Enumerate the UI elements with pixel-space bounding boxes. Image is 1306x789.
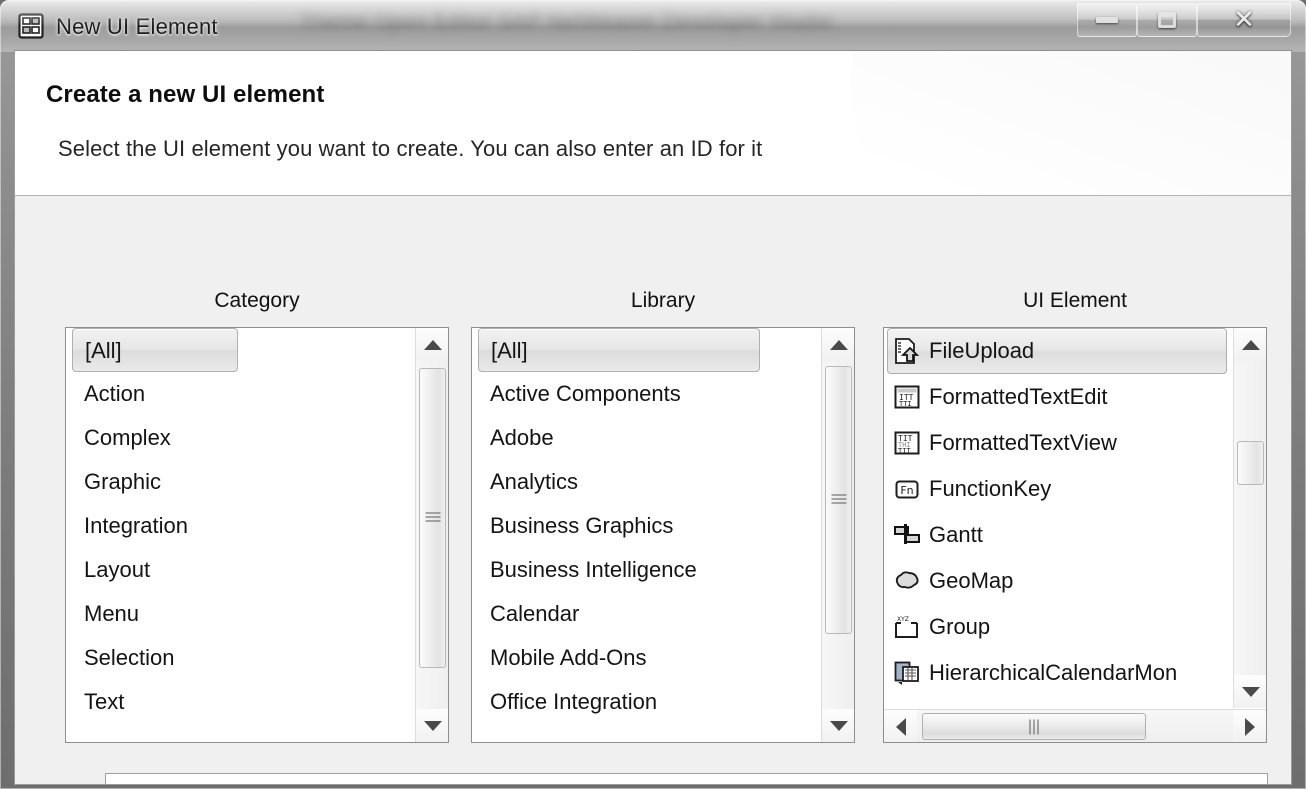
geo-map-icon (892, 566, 922, 596)
list-item[interactable]: HorizontalContextualPane (884, 696, 1232, 708)
hierarchical-calendar-icon (892, 658, 922, 688)
list-item[interactable]: Text (66, 680, 414, 724)
uielement-listbox[interactable]: FileUpload ITT TTI FormattedTextEdit TIT… (883, 327, 1267, 743)
library-listbox[interactable]: [All] Active Components Adobe Analytics … (471, 327, 855, 743)
list-item[interactable]: Business Graphics (472, 504, 820, 548)
minimize-button[interactable] (1077, 3, 1137, 37)
function-key-icon: Fn (892, 474, 922, 504)
svg-text:XYZ: XYZ (897, 616, 909, 623)
list-item[interactable]: Office Integration (472, 680, 820, 724)
list-item[interactable]: Integration (66, 504, 414, 548)
dialog-client-area: Create a new UI element Select the UI el… (14, 50, 1292, 785)
maximize-restore-button[interactable] (1137, 3, 1197, 37)
minimize-icon (1096, 17, 1118, 23)
svg-text:TIT: TIT (898, 447, 911, 455)
list-item[interactable]: TIT THI TIT FormattedTextView (884, 420, 1232, 466)
background-window-ghost-title: Theme Open Editor SAP NetWeaver Develope… (300, 10, 833, 33)
list-item-label: HierarchicalCalendarMon (929, 660, 1178, 685)
list-item-label: FunctionKey (929, 476, 1052, 501)
list-item[interactable]: Menu (66, 592, 414, 636)
list-item[interactable]: XYZ Group (884, 604, 1232, 650)
list-item[interactable]: Gantt (884, 512, 1232, 558)
list-item[interactable]: Fn FunctionKey (884, 466, 1232, 512)
scrollbar-grip-icon (1029, 719, 1039, 734)
uielement-column-label: UI Element (1023, 289, 1127, 312)
list-item[interactable]: Active Components (472, 372, 820, 416)
list-item[interactable]: [All] (478, 328, 760, 372)
scroll-left-arrow[interactable] (884, 710, 917, 742)
list-item[interactable]: Calendar (472, 592, 820, 636)
list-item[interactable]: FileUpload (887, 328, 1227, 374)
list-item[interactable]: Selection (66, 636, 414, 680)
scroll-down-arrow[interactable] (822, 709, 854, 742)
list-item[interactable]: Mobile Add-Ons (472, 636, 820, 680)
list-item[interactable]: Business Intelligence (472, 548, 820, 592)
header-sheen-decoration (851, 51, 1291, 195)
id-input[interactable] (105, 773, 1268, 784)
list-item[interactable]: Layout (66, 548, 414, 592)
scroll-down-arrow[interactable] (416, 709, 448, 742)
list-item-label: FormattedTextEdit (929, 384, 1108, 409)
list-item[interactable]: Graphic (66, 460, 414, 504)
scroll-up-arrow[interactable] (416, 328, 448, 361)
page-subtitle: Select the UI element you want to create… (58, 136, 763, 161)
wizard-header: Create a new UI element Select the UI el… (15, 51, 1291, 196)
group-icon: XYZ (892, 612, 922, 642)
scrollbar-grip-icon (425, 512, 440, 524)
uielement-vertical-scrollbar[interactable] (1233, 328, 1266, 708)
uielement-list-items: FileUpload ITT TTI FormattedTextEdit TIT… (884, 328, 1232, 708)
list-item[interactable]: Action (66, 372, 414, 416)
svg-text:TTI: TTI (899, 400, 912, 408)
title-bar[interactable]: Theme Open Editor SAP NetWeaver Develope… (0, 0, 1306, 52)
dialog-window: Theme Open Editor SAP NetWeaver Develope… (0, 0, 1306, 789)
list-item[interactable]: GeoMap (884, 558, 1232, 604)
category-column-label: Category (214, 289, 300, 312)
close-icon: ✕ (1233, 5, 1255, 35)
list-item-label: FileUpload (929, 338, 1035, 363)
uielement-horizontal-scrollbar[interactable] (884, 709, 1266, 742)
formatted-text-view-icon: TIT THI TIT (892, 428, 922, 458)
scrollbar-thumb[interactable] (922, 713, 1146, 740)
scroll-down-arrow[interactable] (1234, 675, 1266, 708)
list-item-label: FormattedTextView (929, 430, 1117, 455)
horizontal-contextual-pane-icon (892, 704, 922, 708)
library-list-items: [All] Active Components Adobe Analytics … (472, 328, 820, 742)
gantt-icon (892, 520, 922, 550)
scrollbar-thumb[interactable] (1237, 441, 1264, 485)
ui-element-grid-icon (18, 13, 44, 39)
file-upload-icon (892, 336, 922, 366)
list-item-label: GeoMap (929, 568, 1014, 593)
category-list-items: [All] Action Complex Graphic Integration… (66, 328, 414, 742)
scroll-up-arrow[interactable] (822, 328, 854, 361)
list-item[interactable]: HierarchicalCalendarMon (884, 650, 1232, 696)
scrollbar-grip-icon (831, 494, 846, 506)
category-listbox[interactable]: [All] Action Complex Graphic Integration… (65, 327, 449, 743)
svg-text:Fn: Fn (900, 484, 913, 497)
list-item[interactable]: Adobe (472, 416, 820, 460)
list-item[interactable]: ITT TTI FormattedTextEdit (884, 374, 1232, 420)
list-item-label: HorizontalContextualPane (929, 706, 1185, 708)
category-vertical-scrollbar[interactable] (415, 328, 448, 742)
close-button[interactable]: ✕ (1197, 3, 1291, 37)
page-title: Create a new UI element (46, 81, 325, 108)
scrollbar-thumb[interactable] (419, 368, 446, 668)
library-column-label: Library (630, 289, 696, 312)
scroll-up-arrow[interactable] (1234, 328, 1266, 361)
scroll-right-arrow[interactable] (1233, 710, 1266, 742)
list-item[interactable]: [All] (72, 328, 238, 372)
restore-icon (1158, 12, 1176, 28)
list-item[interactable]: Complex (66, 416, 414, 460)
list-item-label: Gantt (929, 522, 983, 547)
scrollbar-thumb[interactable] (825, 366, 852, 634)
library-vertical-scrollbar[interactable] (821, 328, 854, 742)
formatted-text-edit-icon: ITT TTI (892, 382, 922, 412)
list-item[interactable]: Analytics (472, 460, 820, 504)
window-title: New UI Element (56, 14, 218, 39)
list-item-label: Group (929, 614, 991, 639)
